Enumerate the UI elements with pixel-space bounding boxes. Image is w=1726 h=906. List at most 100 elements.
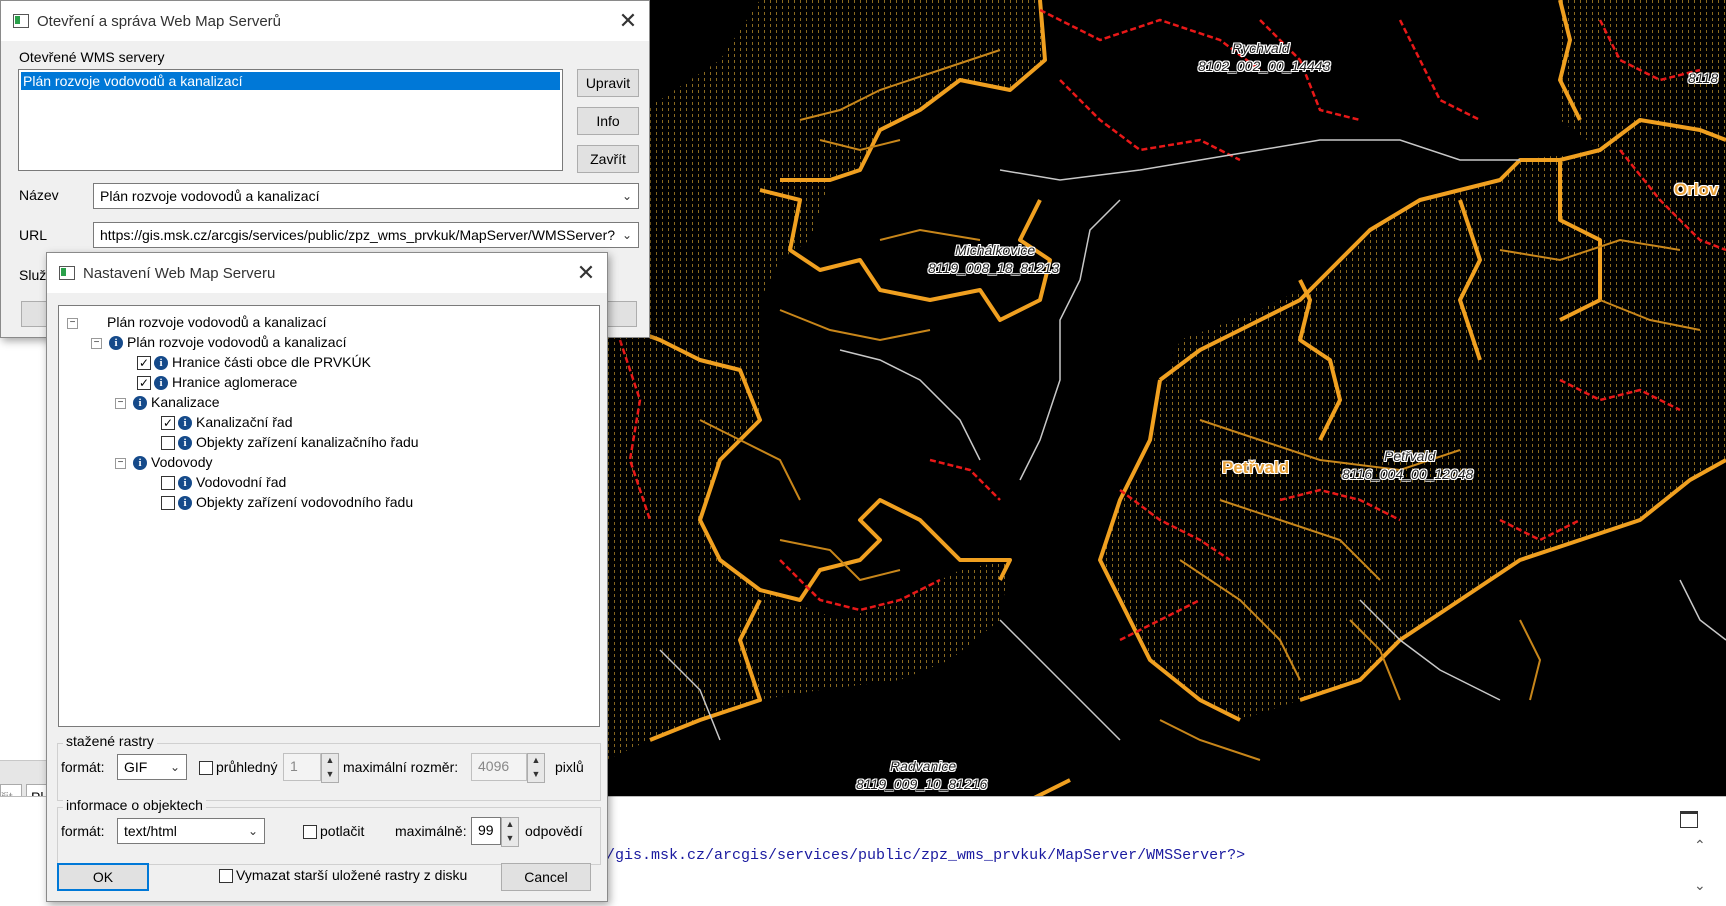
collapse-icon[interactable]: − bbox=[115, 458, 126, 469]
chevron-down-icon[interactable]: ⌄ bbox=[248, 819, 258, 843]
pixels-label: pixlů bbox=[555, 759, 584, 775]
transparent-checkbox[interactable] bbox=[199, 761, 213, 776]
info-icon[interactable]: i bbox=[154, 376, 168, 391]
info-format-combo[interactable]: text/html ⌄ bbox=[117, 818, 265, 844]
delete-old-checkbox[interactable] bbox=[219, 869, 233, 884]
app-icon bbox=[59, 266, 75, 280]
transparent-count-field: 1 bbox=[283, 753, 321, 781]
edit-button[interactable]: Upravit bbox=[577, 69, 639, 97]
tree-group-kanalizace[interactable]: i Kanalizace bbox=[133, 392, 220, 412]
info-icon[interactable]: i bbox=[178, 436, 192, 451]
url-value: https://gis.msk.cz/arcgis/services/publi… bbox=[100, 227, 616, 243]
console-url-text: /gis.msk.cz/arcgis/services/public/zpz_w… bbox=[606, 847, 1246, 864]
ok-button[interactable]: OK bbox=[57, 863, 149, 891]
info-format-label: formát: bbox=[61, 823, 105, 839]
chevron-down-icon[interactable]: ⌄ bbox=[170, 755, 180, 779]
tree-service[interactable]: i Plán rozvoje vodovodů a kanalizací bbox=[109, 332, 346, 352]
collapse-icon[interactable]: − bbox=[67, 318, 78, 329]
max-responses-field[interactable]: 99 bbox=[471, 817, 501, 845]
raster-format-label: formát: bbox=[61, 759, 105, 775]
tree-root[interactable]: Plán rozvoje vodovodů a kanalizací bbox=[107, 312, 326, 332]
town-label-orlov: Orlov bbox=[1674, 180, 1719, 199]
open-servers-list[interactable]: Plán rozvoje vodovodů a kanalizací bbox=[18, 69, 563, 171]
responses-label: odpovědí bbox=[525, 823, 583, 839]
max-size-field: 4096 bbox=[471, 753, 527, 781]
layer-checkbox[interactable] bbox=[161, 476, 175, 491]
suppress-option[interactable]: potlačit bbox=[303, 823, 365, 840]
rasters-group-label: stažené rastry bbox=[63, 733, 157, 749]
tree-layer-row[interactable]: ✓ i Hranice části obce dle PRVKÚK bbox=[137, 352, 371, 372]
collapse-icon[interactable]: − bbox=[115, 398, 126, 409]
close-icon[interactable]: ✕ bbox=[615, 9, 641, 33]
tree-layer-label: Objekty zařízení vodovodního řadu bbox=[196, 494, 414, 510]
tree-layer-row[interactable]: ✓ i Hranice aglomerace bbox=[137, 372, 297, 392]
map-label-petrvald-area: Petřvald bbox=[1384, 448, 1436, 464]
transparent-option[interactable]: průhledný bbox=[199, 759, 278, 776]
console-maximize-icon[interactable] bbox=[1680, 811, 1698, 828]
raster-format-combo[interactable]: GIF ⌄ bbox=[117, 754, 187, 780]
info-icon[interactable]: i bbox=[178, 416, 192, 431]
close-icon[interactable]: ✕ bbox=[573, 261, 599, 285]
layer-checkbox[interactable] bbox=[161, 496, 175, 511]
feature-info-group-label: informace o objektech bbox=[63, 797, 206, 813]
tree-layer-label: Hranice části obce dle PRVKÚK bbox=[172, 354, 371, 370]
name-combo[interactable]: Plán rozvoje vodovodů a kanalizací ⌄ bbox=[93, 183, 639, 209]
wms-manager-titlebar[interactable]: Otevření a správa Web Map Serverů ✕ bbox=[1, 1, 649, 41]
raster-format-value: GIF bbox=[124, 759, 148, 775]
map-label-radvanice-code: 8119_009_10_81216 bbox=[856, 776, 988, 792]
layer-checkbox[interactable] bbox=[161, 436, 175, 451]
collapse-icon[interactable]: − bbox=[91, 338, 102, 349]
wms-settings-titlebar[interactable]: Nastavení Web Map Serveru ✕ bbox=[47, 253, 607, 293]
scroll-down-icon[interactable]: ⌄ bbox=[1694, 877, 1706, 894]
name-label: Název bbox=[19, 187, 59, 203]
chevron-down-icon[interactable]: ⌄ bbox=[622, 184, 632, 208]
tree-layer-row[interactable]: i Objekty zařízení vodovodního řadu bbox=[161, 492, 413, 512]
tree-group-label: Vodovody bbox=[151, 454, 213, 470]
tree-layer-label: Vodovodní řad bbox=[196, 474, 287, 490]
info-icon[interactable]: i bbox=[178, 476, 192, 491]
open-servers-label: Otevřené WMS servery bbox=[19, 49, 165, 65]
layer-checkbox[interactable]: ✓ bbox=[137, 356, 151, 371]
tree-group-vodovody[interactable]: i Vodovody bbox=[133, 452, 213, 472]
info-button[interactable]: Info bbox=[577, 107, 639, 135]
close-button[interactable]: Zavřít bbox=[577, 145, 639, 173]
url-label: URL bbox=[19, 227, 48, 243]
map-label-radvanice: Radvanice bbox=[890, 758, 957, 774]
layer-checkbox[interactable]: ✓ bbox=[137, 376, 151, 391]
cancel-button[interactable]: Cancel bbox=[501, 863, 591, 891]
transparent-label: průhledný bbox=[216, 759, 278, 775]
app-icon bbox=[13, 14, 29, 28]
map-label-rychvald-code: 8102_002_00_14443 bbox=[1198, 58, 1331, 74]
info-icon[interactable]: i bbox=[109, 336, 123, 351]
town-label-petrvald: Petřvald bbox=[1222, 458, 1290, 477]
map-label-edge-code: 8118 bbox=[1688, 70, 1719, 86]
layer-checkbox[interactable]: ✓ bbox=[161, 416, 175, 431]
url-combo[interactable]: https://gis.msk.cz/arcgis/services/publi… bbox=[93, 222, 639, 248]
layer-tree[interactable]: − Plán rozvoje vodovodů a kanalizací − i… bbox=[58, 305, 600, 727]
map-label-petrvald-code: 8116_004_00_12048 bbox=[1342, 466, 1474, 482]
info-icon[interactable]: i bbox=[154, 356, 168, 371]
chevron-down-icon[interactable]: ⌄ bbox=[622, 223, 632, 247]
wms-manager-title: Otevření a správa Web Map Serverů bbox=[37, 13, 281, 30]
info-icon[interactable]: i bbox=[133, 456, 147, 471]
map-label-michalkovice-code: 8119_008_18_81213 bbox=[928, 260, 1060, 276]
scroll-up-icon[interactable]: ⌃ bbox=[1694, 837, 1706, 854]
tree-layer-row[interactable]: i Objekty zařízení kanalizačního řadu bbox=[161, 432, 419, 452]
service-label: Služ bbox=[19, 267, 47, 283]
tree-layer-label: Objekty zařízení kanalizačního řadu bbox=[196, 434, 419, 450]
delete-old-option[interactable]: Vymazat starší uložené rastry z disku bbox=[219, 867, 467, 884]
info-icon[interactable]: i bbox=[133, 396, 147, 411]
name-value: Plán rozvoje vodovodů a kanalizací bbox=[100, 188, 320, 204]
max-size-label: maximální rozměr: bbox=[343, 759, 459, 775]
tree-layer-row[interactable]: ✓ i Kanalizační řad bbox=[161, 412, 293, 432]
wms-settings-dialog: Nastavení Web Map Serveru ✕ − Plán rozvo… bbox=[46, 252, 608, 902]
tree-layer-label: Hranice aglomerace bbox=[172, 374, 298, 390]
map-label-rychvald: Rychvald bbox=[1232, 40, 1290, 56]
suppress-label: potlačit bbox=[320, 823, 365, 839]
max-responses-stepper[interactable]: ▲ ▼ bbox=[501, 817, 519, 847]
tree-layer-row[interactable]: i Vodovodní řad bbox=[161, 472, 286, 492]
server-list-item[interactable]: Plán rozvoje vodovodů a kanalizací bbox=[21, 72, 560, 90]
info-icon[interactable]: i bbox=[178, 496, 192, 511]
transparent-count-stepper: ▲ ▼ bbox=[321, 753, 339, 783]
suppress-checkbox[interactable] bbox=[303, 825, 317, 840]
